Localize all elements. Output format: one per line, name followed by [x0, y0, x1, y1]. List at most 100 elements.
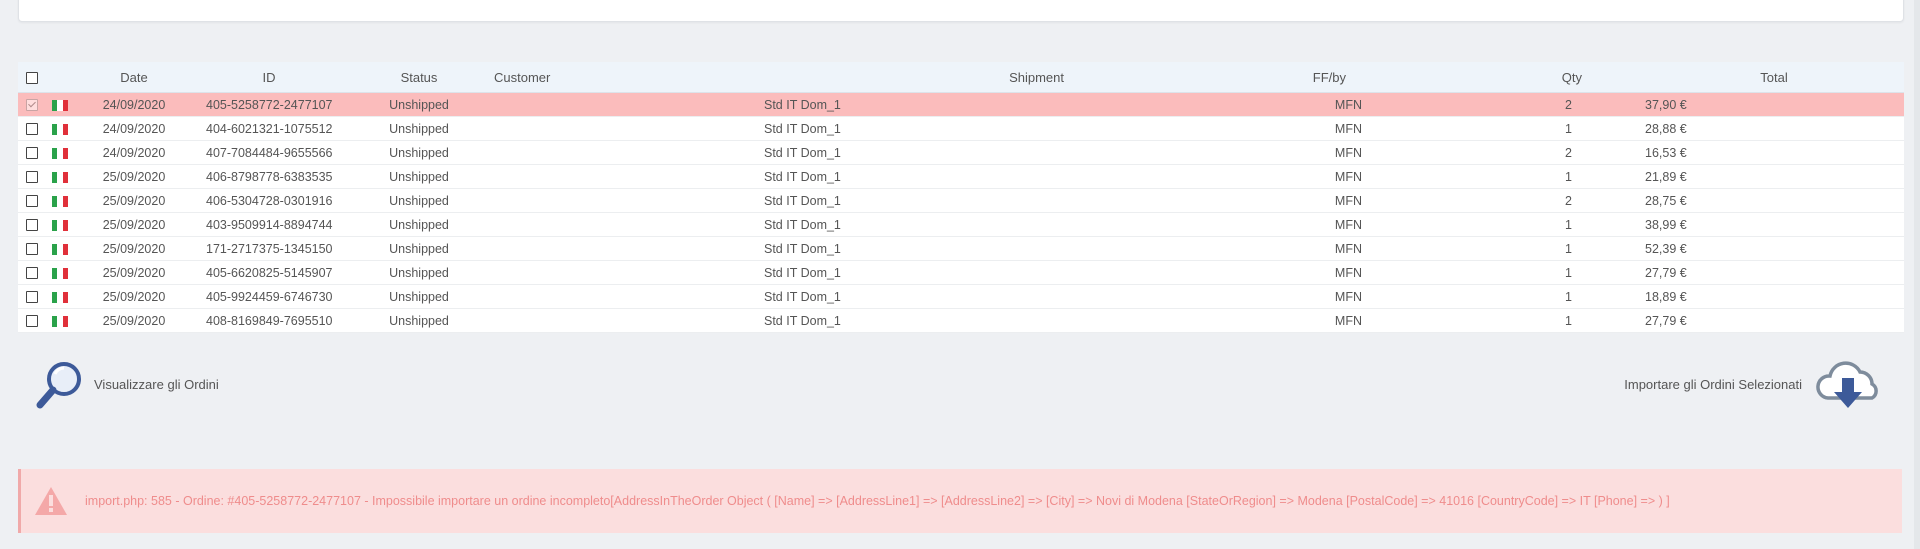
cell-total: 37,90 €	[1644, 92, 1904, 117]
table-row[interactable]: 25/09/2020 408-8169849-7695510 Unshipped St…	[18, 308, 1904, 333]
warning-icon	[35, 487, 67, 515]
cell-status: Unshipped	[344, 236, 494, 261]
row-select-cell[interactable]	[18, 308, 46, 333]
cell-shipment: Std IT Dom_1	[764, 236, 1064, 261]
cell-spacer	[1594, 188, 1644, 213]
cell-spacer	[1594, 164, 1644, 189]
cell-status: Unshipped	[344, 188, 494, 213]
row-select-cell[interactable]	[18, 116, 46, 141]
cell-ffby: MFN	[1064, 236, 1364, 261]
cell-spacer	[1594, 116, 1644, 141]
cell-shipment: Std IT Dom_1	[764, 116, 1064, 141]
cell-customer	[494, 92, 764, 117]
select-all-cell[interactable]	[18, 62, 46, 93]
flag-cell	[46, 260, 74, 285]
header-total[interactable]: Total	[1644, 62, 1904, 93]
table-row[interactable]: 25/09/2020 405-9924459-6746730 Unshipped St…	[18, 284, 1904, 309]
row-checkbox[interactable]	[26, 219, 38, 232]
row-checkbox[interactable]	[26, 123, 38, 136]
row-select-cell[interactable]	[18, 140, 46, 165]
row-select-cell[interactable]	[18, 164, 46, 189]
row-select-cell[interactable]	[18, 212, 46, 237]
cell-ffby: MFN	[1064, 188, 1364, 213]
cloud-download-icon	[1816, 361, 1878, 408]
italy-flag-icon	[52, 171, 68, 183]
cell-total: 27,79 €	[1644, 260, 1904, 285]
row-select-cell[interactable]	[18, 92, 46, 117]
row-select-cell[interactable]	[18, 236, 46, 261]
cell-id: 405-5258772-2477107	[194, 92, 344, 117]
import-orders-button[interactable]: Importare gli Ordini Selezionati	[1624, 358, 1884, 410]
cell-date: 25/09/2020	[74, 236, 194, 261]
cell-customer	[494, 260, 764, 285]
header-ffby[interactable]: FF/by	[1064, 62, 1364, 93]
cell-status: Unshipped	[344, 116, 494, 141]
table-row[interactable]: 25/09/2020 171-2717375-1345150 Unshipped St…	[18, 236, 1904, 261]
cell-id: 405-9924459-6746730	[194, 284, 344, 309]
cell-ffby: MFN	[1064, 284, 1364, 309]
table-row[interactable]: 25/09/2020 405-6620825-5145907 Unshipped St…	[18, 260, 1904, 285]
top-panel	[18, 0, 1904, 22]
orders-table: Date ID Status Customer Shipment FF/by Q…	[18, 62, 1904, 333]
row-checkbox[interactable]	[26, 315, 38, 328]
italy-flag-icon	[52, 147, 68, 159]
magnifier-icon	[36, 362, 81, 409]
cell-status: Unshipped	[344, 212, 494, 237]
flag-cell	[46, 116, 74, 141]
row-checkbox[interactable]	[26, 291, 38, 304]
cell-date: 25/09/2020	[74, 188, 194, 213]
cell-id: 403-9509914-8894744	[194, 212, 344, 237]
row-checkbox[interactable]	[26, 267, 38, 280]
table-header-row: Date ID Status Customer Shipment FF/by Q…	[18, 62, 1904, 93]
table-row[interactable]: 24/09/2020 404-6021321-1075512 Unshipped St…	[18, 116, 1904, 141]
row-select-cell[interactable]	[18, 188, 46, 213]
cell-date: 24/09/2020	[74, 116, 194, 141]
cell-total: 52,39 €	[1644, 236, 1904, 261]
cell-status: Unshipped	[344, 92, 494, 117]
cell-ffby: MFN	[1064, 140, 1364, 165]
header-qty[interactable]: Qty	[1364, 62, 1594, 93]
cell-spacer	[1594, 140, 1644, 165]
row-checkbox[interactable]	[26, 147, 38, 160]
header-shipment[interactable]: Shipment	[764, 62, 1064, 93]
table-row[interactable]: 24/09/2020 407-7084484-9655566 Unshipped St…	[18, 140, 1904, 165]
cell-id: 406-8798778-6383535	[194, 164, 344, 189]
row-checkbox[interactable]	[26, 171, 38, 184]
italy-flag-icon	[52, 315, 68, 327]
header-date[interactable]: Date	[74, 62, 194, 93]
cell-ffby: MFN	[1064, 164, 1364, 189]
row-checkbox[interactable]	[26, 195, 38, 208]
italy-flag-icon	[52, 267, 68, 279]
scrollbar[interactable]	[1914, 0, 1920, 549]
row-select-cell[interactable]	[18, 284, 46, 309]
cell-qty: 1	[1364, 212, 1594, 237]
cell-date: 24/09/2020	[74, 92, 194, 117]
cell-status: Unshipped	[344, 284, 494, 309]
cell-ffby: MFN	[1064, 92, 1364, 117]
row-select-cell[interactable]	[18, 260, 46, 285]
select-all-checkbox[interactable]	[26, 72, 38, 85]
cell-total: 27,79 €	[1644, 308, 1904, 333]
header-status[interactable]: Status	[344, 62, 494, 93]
cell-date: 25/09/2020	[74, 260, 194, 285]
header-customer[interactable]: Customer	[494, 62, 764, 93]
header-id[interactable]: ID	[194, 62, 344, 93]
table-row[interactable]: 25/09/2020 403-9509914-8894744 Unshipped St…	[18, 212, 1904, 237]
table-row[interactable]: 24/09/2020 405-5258772-2477107 Unshipped St…	[18, 92, 1904, 117]
row-checkbox[interactable]	[26, 243, 38, 256]
flag-cell	[46, 308, 74, 333]
cell-qty: 1	[1364, 164, 1594, 189]
view-orders-button[interactable]: Visualizzare gli Ordini	[34, 358, 219, 410]
table-row[interactable]: 25/09/2020 406-5304728-0301916 Unshipped St…	[18, 188, 1904, 213]
cell-date: 25/09/2020	[74, 164, 194, 189]
row-checkbox[interactable]	[26, 99, 38, 112]
cell-qty: 2	[1364, 92, 1594, 117]
cell-shipment: Std IT Dom_1	[764, 140, 1064, 165]
cell-id: 408-8169849-7695510	[194, 308, 344, 333]
cell-ffby: MFN	[1064, 212, 1364, 237]
flag-cell	[46, 164, 74, 189]
flag-cell	[46, 140, 74, 165]
cell-qty: 2	[1364, 188, 1594, 213]
table-row[interactable]: 25/09/2020 406-8798778-6383535 Unshipped St…	[18, 164, 1904, 189]
cell-customer	[494, 284, 764, 309]
